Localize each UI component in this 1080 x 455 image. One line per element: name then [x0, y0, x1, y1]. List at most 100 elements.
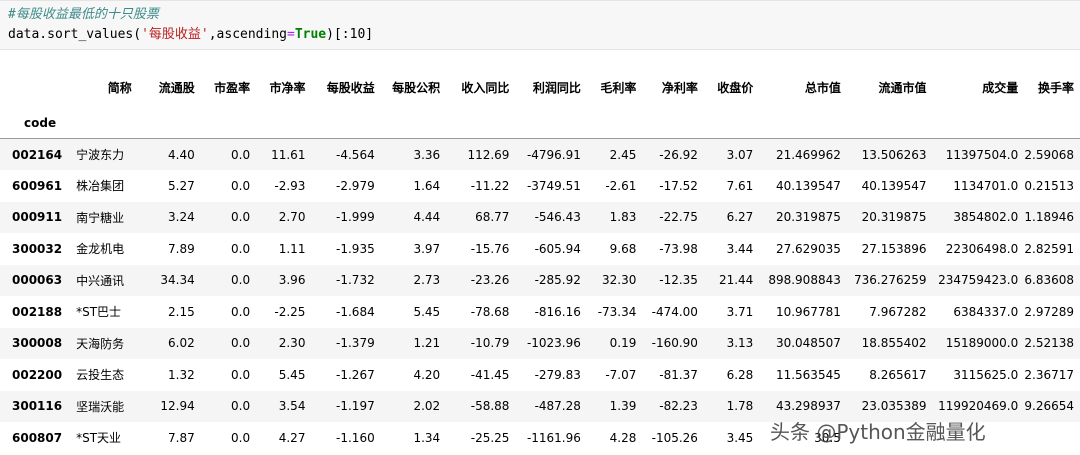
table-cell: 7.967282	[869, 304, 927, 319]
column-header: 净利率	[661, 80, 698, 95]
table-cell: 0.0	[231, 241, 251, 256]
table-cell: 1.83	[609, 210, 637, 225]
table-cell: 2.59068	[1024, 147, 1074, 162]
watermark: 头条 @Python金融量化	[770, 420, 986, 444]
table-cell: 0.0	[231, 178, 251, 193]
output-area: 简称 流通股 市盈率 市净率 每股收益 每股公积 收入同比 利润同比 毛利率 净利率 收盘价 总市值 流…	[0, 66, 1080, 455]
code-string: '每股收益'	[141, 27, 209, 42]
table-cell: 云投生态	[76, 368, 125, 383]
column-header: 市净率	[269, 80, 306, 95]
table-cell: 4.44	[413, 210, 441, 225]
table-cell: 4.20	[413, 367, 441, 382]
table-cell: 0.0	[231, 336, 251, 351]
table-cell: 0.0	[231, 367, 251, 382]
table-cell: -474.00	[651, 304, 698, 319]
table-cell: 9.26654	[1024, 399, 1074, 414]
table-cell: 0.19	[609, 336, 637, 351]
table-cell: -546.43	[534, 210, 581, 225]
table-cell: 5.27	[168, 178, 195, 193]
table-cell: 3.24	[168, 210, 195, 225]
table-cell: -2.25	[274, 304, 306, 319]
table-row: 002188 *ST巴士 2.15 0.0 -2.25 -1.684 5.45 -78.68 -…	[0, 296, 1080, 328]
table-cell: 3.07	[726, 147, 754, 162]
table-cell: 1.78	[726, 399, 754, 414]
table-cell: -10.79	[470, 336, 510, 351]
table-row: 002164 宁波东力 4.40 0.0 11.61 -4.564 3.36 112.69 -4…	[0, 138, 1080, 170]
table-cell: -816.16	[534, 304, 581, 319]
column-header: 流通市值	[878, 80, 927, 95]
table-cell: 40.139547	[775, 178, 841, 193]
table-cell: 2.52138	[1024, 336, 1074, 351]
column-header: 换手率	[1037, 80, 1074, 95]
table-cell: 6384337.0	[953, 304, 1019, 319]
table-cell: -73.34	[597, 304, 637, 319]
table-cell: 6.28	[726, 367, 754, 382]
table-cell: -2.979	[336, 178, 375, 193]
row-index: 002200	[12, 367, 63, 382]
column-header: 总市值	[804, 80, 841, 95]
table-cell: 234759423.0	[938, 273, 1019, 288]
index-name: code	[24, 116, 57, 130]
column-header-row: 简称 流通股 市盈率 市净率 每股收益 每股公积 收入同比 利润同比 毛利率 净利率 收盘价 总市值 流…	[0, 66, 1080, 108]
table-cell: 9.68	[609, 241, 637, 256]
table-cell: 3.45	[726, 430, 754, 445]
table-cell: 20.319875	[775, 210, 841, 225]
table-cell: 2.15	[168, 304, 195, 319]
table-cell: -1.684	[336, 304, 375, 319]
table-cell: -41.45	[470, 367, 510, 382]
table-cell: 3.44	[726, 241, 754, 256]
table-cell: -1161.96	[526, 430, 581, 445]
table-cell: 22306498.0	[945, 241, 1019, 256]
table-cell: 宁波东力	[76, 148, 125, 162]
table-cell	[1024, 422, 1080, 454]
table-cell: 3115625.0	[953, 367, 1019, 382]
table-cell: -11.22	[470, 178, 510, 193]
table-cell: 10.967781	[775, 304, 841, 319]
table-cell: 13.506263	[861, 147, 927, 162]
column-header: 每股收益	[326, 80, 375, 95]
table-cell: 1.64	[413, 178, 441, 193]
table-cell: 1.18946	[1024, 210, 1074, 225]
column-header: 利润同比	[532, 80, 581, 95]
table-cell: 6.83608	[1024, 273, 1074, 288]
row-index: 300008	[12, 336, 63, 351]
code-eq: =	[287, 27, 295, 42]
table-cell: 2.73	[413, 273, 441, 288]
table-cell: -12.35	[659, 273, 698, 288]
table-cell: -605.94	[534, 241, 581, 256]
table-row: 000911 南宁糖业 3.24 0.0 2.70 -1.999 4.44 68.77 -546…	[0, 201, 1080, 233]
row-index: 000063	[12, 273, 63, 288]
code-statement-line: data.sort_values('每股收益',ascending=True)[…	[8, 25, 1080, 45]
code-keyword: True	[294, 27, 327, 42]
row-index: 002188	[12, 304, 63, 319]
table-row: 000063 中兴通讯 34.34 0.0 3.96 -1.732 2.73 -23.26 -2…	[0, 264, 1080, 296]
code-cell[interactable]: #每股收益最低的十只股票 data.sort_values('每股收益',asc…	[0, 0, 1080, 50]
table-cell: -1.160	[336, 430, 375, 445]
table-cell: 1.34	[413, 430, 441, 445]
dataframe-table: 简称 流通股 市盈率 市净率 每股收益 每股公积 收入同比 利润同比 毛利率 净利率 收盘价 总市值 流…	[0, 66, 1080, 454]
table-cell: 7.61	[726, 178, 754, 193]
table-cell: 112.69	[467, 147, 510, 162]
table-cell: 中兴通讯	[76, 273, 125, 288]
table-cell: 0.0	[231, 430, 251, 445]
table-cell: 1.39	[609, 399, 637, 414]
table-cell: 3854802.0	[953, 210, 1019, 225]
code-comment-line: #每股收益最低的十只股票	[8, 5, 1080, 25]
table-cell: 2.70	[278, 210, 306, 225]
table-cell: -22.75	[659, 210, 698, 225]
table-cell: -17.52	[659, 178, 698, 193]
column-header: 每股公积	[392, 80, 441, 95]
table-cell: 4.28	[609, 430, 637, 445]
table-cell: 1.11	[278, 241, 306, 256]
table-cell: 金龙机电	[76, 242, 125, 257]
table-cell: 6.27	[726, 210, 754, 225]
column-header: 收盘价	[717, 80, 754, 95]
column-header: 毛利率	[600, 80, 637, 95]
table-row: 600961 株冶集团 5.27 0.0 -2.93 -2.979 1.64 -11.22 -3…	[0, 170, 1080, 202]
table-cell: 7.87	[168, 430, 195, 445]
table-body: 002164 宁波东力 4.40 0.0 11.61 -4.564 3.36 112.69 -4…	[0, 138, 1080, 454]
table-cell: -58.88	[470, 399, 510, 414]
table-cell: -279.83	[534, 367, 581, 382]
table-cell: -2.93	[274, 178, 306, 193]
table-cell: 2.02	[413, 399, 441, 414]
